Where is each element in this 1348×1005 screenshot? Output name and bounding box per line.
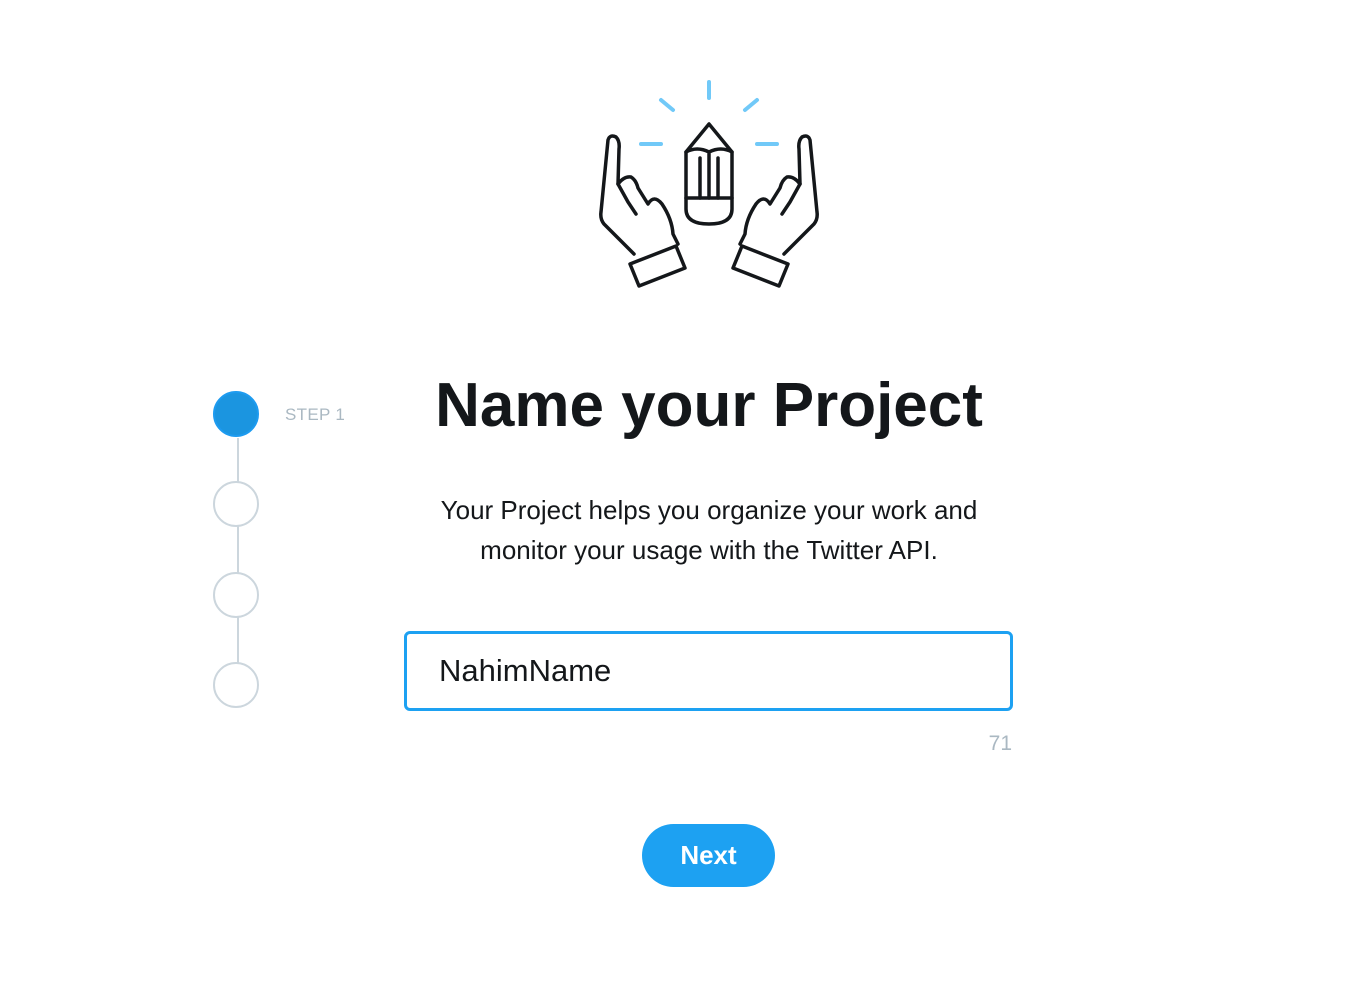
project-name-field [404, 631, 1013, 711]
step-1-indicator [213, 391, 259, 437]
description-line-1: Your Project helps you organize your wor… [440, 495, 978, 525]
description-line-2: monitor your usage with the Twitter API. [480, 535, 938, 565]
hands-holding-pencil-icon [599, 80, 819, 288]
step-3-indicator [213, 572, 259, 618]
step-2-indicator [213, 481, 259, 527]
current-step-label: STEP 1 [285, 405, 346, 424]
create-project-page: STEP 1 Name your Project Your Project he… [0, 0, 1348, 1005]
next-button[interactable]: Next [642, 824, 775, 887]
progress-stepper: STEP 1 [212, 390, 372, 715]
project-name-input[interactable] [407, 634, 1010, 708]
page-description: Your Project helps you organize your wor… [380, 490, 1038, 570]
step-4-indicator [213, 662, 259, 708]
stepper-connector-line [236, 438, 239, 668]
page-title: Name your Project [435, 371, 983, 440]
remaining-character-count: 71 [988, 732, 1012, 755]
